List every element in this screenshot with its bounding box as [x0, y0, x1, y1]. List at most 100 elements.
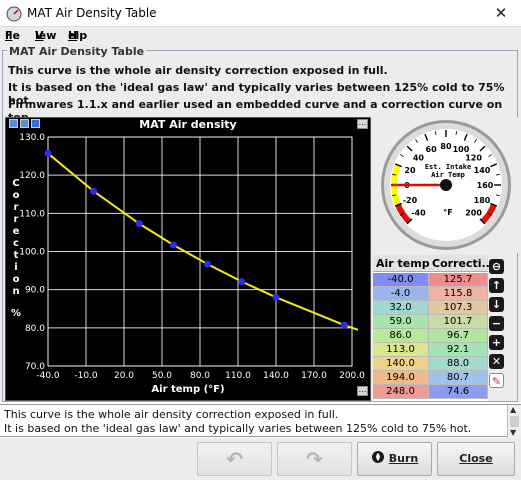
description-line-1: This curve is the whole air density corr…	[8, 64, 388, 77]
chart-panel[interactable]: MAT Air density ... Co r r e c t i o n% -40.0 -10…	[5, 117, 371, 401]
table-row[interactable]: 113.0 92.1	[373, 343, 488, 357]
gauge-tick-label: 140	[474, 166, 491, 175]
data-point	[272, 293, 280, 301]
x-tick-label: 50.0	[152, 371, 172, 381]
window-titlebar: MAT Air Density Table ✕	[0, 0, 521, 27]
clear-icon[interactable]: ✕	[489, 354, 504, 369]
data-point	[204, 260, 212, 268]
gauge-panel: -40-20020406080100120140160180200Est. In…	[373, 117, 518, 253]
gauge-hub	[440, 179, 452, 191]
table-row[interactable]: 59.0 101.7	[373, 315, 488, 329]
cell-air-temp[interactable]: -4.0	[373, 287, 429, 301]
header-correction[interactable]: Correcti...	[432, 257, 494, 270]
cell-correction[interactable]: 92.1	[429, 343, 488, 357]
table-header: Air temp Correcti...	[373, 255, 494, 272]
bottom-bar: ↶ ↷ Burn Close	[0, 438, 521, 480]
y-tick-label: 100.0	[19, 248, 45, 258]
close-button[interactable]: Close	[437, 442, 515, 476]
cell-correction[interactable]: 88.0	[429, 357, 488, 371]
redo-button[interactable]: ↷	[277, 442, 352, 476]
chart-plot[interactable]: -40.0 -10.0 20.0 50.0 80.0 110.0 140.0 170.0 200…	[6, 118, 370, 400]
cell-air-temp[interactable]: 86.0	[373, 329, 429, 343]
gauge-title-line-1: Est. Intake	[425, 163, 471, 171]
table-row[interactable]: 248.0 74.6	[373, 385, 488, 399]
x-tick-label: 200.0	[339, 371, 365, 381]
burn-icon	[371, 451, 384, 463]
gauge-title-line-2: Air Temp	[431, 171, 465, 179]
gauge-tick-label: -40	[411, 209, 426, 218]
data-point	[340, 321, 348, 329]
table-row[interactable]: 140.0 88.0	[373, 357, 488, 371]
curve-table: Air temp Correcti... -40.0 125.7 -4.0 115.8…	[373, 255, 494, 401]
cell-correction[interactable]: 74.6	[429, 385, 488, 399]
move-down-icon[interactable]: ↓	[489, 297, 504, 312]
y-tick-label: 130.0	[19, 133, 45, 143]
cell-air-temp[interactable]: 59.0	[373, 315, 429, 329]
cell-air-temp[interactable]: 32.0	[373, 301, 429, 315]
cell-correction[interactable]: 107.3	[429, 301, 488, 315]
gauge-tick-label: 40	[413, 153, 425, 162]
close-window-button[interactable]: ✕	[481, 0, 521, 26]
y-tick-label: 90.0	[25, 286, 45, 296]
data-point	[90, 187, 98, 195]
table-row[interactable]: 86.0 96.7	[373, 329, 488, 343]
menu-bar: File View Help	[0, 27, 521, 44]
data-point	[169, 241, 177, 249]
table-row[interactable]: 194.0 80.7	[373, 371, 488, 385]
decrement-icon[interactable]: −	[489, 316, 504, 331]
scroll-up-icon[interactable]: ▲	[510, 405, 516, 414]
help-text-line-1: This curve is the whole air density corr…	[4, 408, 339, 421]
cell-air-temp[interactable]: -40.0	[373, 273, 429, 287]
scroll-thumb[interactable]	[510, 416, 519, 427]
gauge-tick-label: 80	[440, 142, 452, 151]
gauge-tick-label: 180	[474, 196, 491, 205]
cell-air-temp[interactable]: 194.0	[373, 371, 429, 385]
gauge-tick-label: 200	[465, 209, 482, 218]
cell-correction[interactable]: 101.7	[429, 315, 488, 329]
x-tick-label: 110.0	[225, 371, 251, 381]
gauge-tick-label: 20	[404, 166, 416, 175]
group-title: MAT Air Density Table	[7, 45, 147, 58]
x-tick-label: 140.0	[263, 371, 289, 381]
table-row[interactable]: 32.0 107.3	[373, 301, 488, 315]
x-tick-label: -40.0	[36, 371, 60, 381]
window-title: MAT Air Density Table	[27, 6, 157, 20]
data-point	[238, 278, 246, 286]
data-point	[44, 149, 52, 157]
cell-air-temp[interactable]: 248.0	[373, 385, 429, 399]
cell-correction[interactable]: 125.7	[429, 273, 488, 287]
move-up-icon[interactable]: ↑	[489, 278, 504, 293]
intake-air-temp-gauge: -40-20020406080100120140160180200Est. In…	[381, 120, 511, 250]
gauge-tick-label: 160	[477, 181, 494, 190]
increment-icon[interactable]: +	[489, 335, 504, 350]
cell-air-temp[interactable]: 113.0	[373, 343, 429, 357]
x-tick-label: 20.0	[114, 371, 134, 381]
table-row[interactable]: -4.0 115.8	[373, 287, 488, 301]
help-text-scrollbar[interactable]: ▲ ▼	[507, 405, 521, 438]
scroll-down-icon[interactable]: ▼	[510, 428, 516, 437]
cell-air-temp[interactable]: 140.0	[373, 357, 429, 371]
data-point	[135, 220, 143, 228]
gauge-tick-label: -20	[403, 196, 418, 205]
cell-correction[interactable]: 115.8	[429, 287, 488, 301]
undo-icon: ↶	[226, 447, 243, 471]
x-tick-label: -10.0	[74, 371, 98, 381]
undo-button[interactable]: ↶	[197, 442, 272, 476]
series-line	[48, 152, 358, 331]
chart-menu-button-bottom[interactable]: ...	[357, 386, 368, 396]
y-tick-label: 110.0	[19, 209, 45, 219]
y-tick-label: 120.0	[19, 171, 45, 181]
x-tick-label: 80.0	[190, 371, 210, 381]
cell-correction[interactable]: 96.7	[429, 329, 488, 343]
edit-icon[interactable]: ✎	[489, 373, 504, 388]
gauge-tick-label: 60	[426, 145, 438, 154]
y-tick-label: 80.0	[25, 324, 45, 334]
redo-icon: ↷	[306, 447, 323, 471]
help-text-area[interactable]: This curve is the whole air density corr…	[0, 404, 521, 438]
burn-button[interactable]: Burn	[357, 442, 432, 476]
table-row[interactable]: -40.0 125.7	[373, 273, 488, 287]
cell-correction[interactable]: 80.7	[429, 371, 488, 385]
zoom-out-icon[interactable]: ⊖	[489, 259, 504, 274]
header-air-temp[interactable]: Air temp	[376, 257, 430, 270]
app-icon	[6, 6, 22, 22]
